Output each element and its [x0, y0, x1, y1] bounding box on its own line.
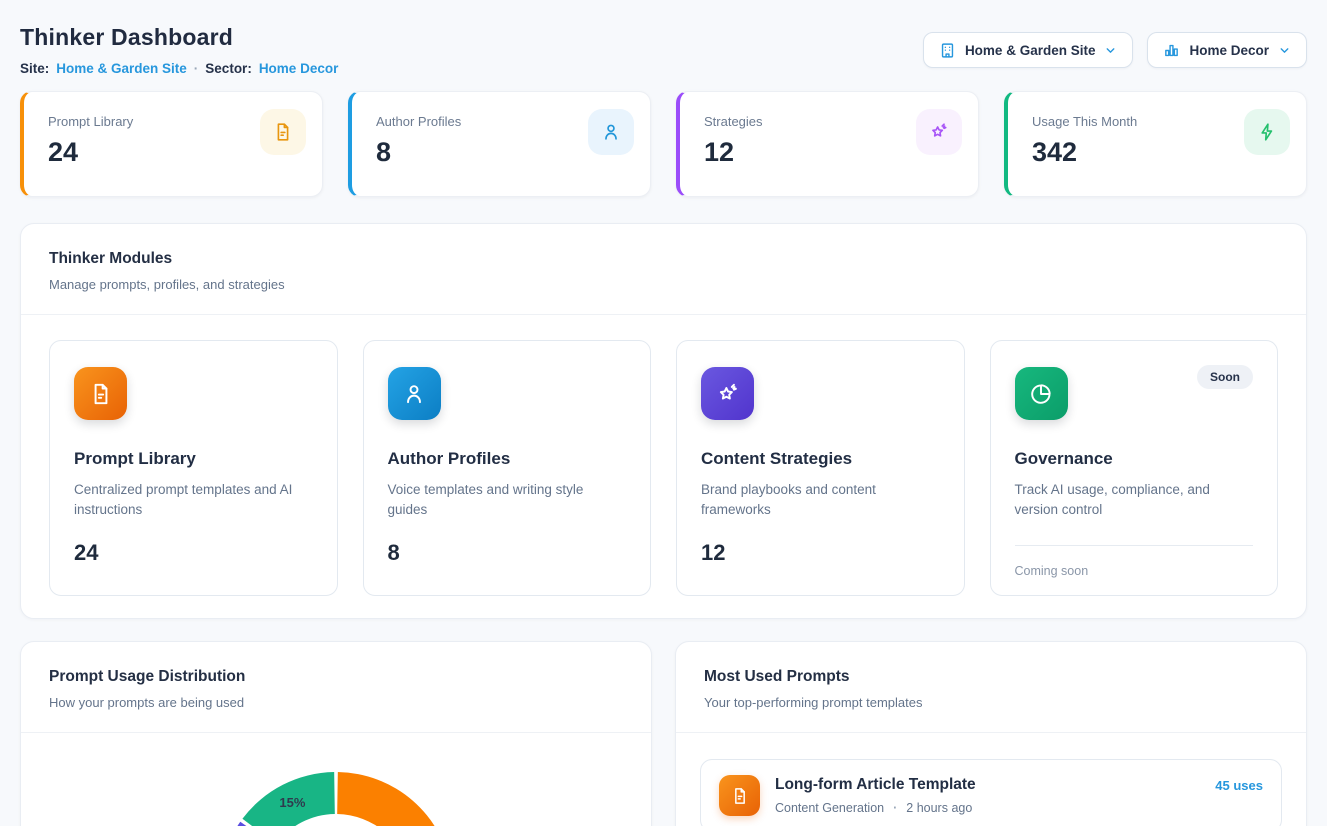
usage-donut-chart: 45%25%15%15%: [216, 769, 456, 826]
module-title: Author Profiles: [388, 449, 627, 469]
pie-chart-icon: [1015, 367, 1068, 420]
modules-title: Thinker Modules: [49, 250, 1278, 268]
module-description: Centralized prompt templates and AI inst…: [74, 480, 313, 521]
document-icon: [74, 367, 127, 420]
sparkle-star-icon: [701, 367, 754, 420]
document-icon: [719, 775, 760, 816]
prompt-category: Content Generation: [775, 801, 884, 815]
prompt-item-main: Long-form Article Template Content Gener…: [775, 776, 1200, 815]
page-title: Thinker Dashboard: [20, 24, 338, 51]
prompts-card-header: Most Used Prompts Your top-performing pr…: [676, 642, 1306, 733]
stat-label: Author Profiles: [376, 114, 461, 129]
module-description: Track AI usage, compliance, and version …: [1015, 480, 1254, 521]
stat-value: 24: [48, 137, 133, 168]
document-icon: [260, 109, 306, 155]
sector-label: Sector:: [205, 61, 252, 76]
modules-header: Thinker Modules Manage prompts, profiles…: [21, 224, 1306, 315]
prompt-list: Long-form Article Template Content Gener…: [676, 733, 1306, 826]
prompts-card-subtitle: Your top-performing prompt templates: [704, 695, 1278, 710]
module-count: 12: [701, 540, 940, 566]
module-card-prompt-library[interactable]: Prompt Library Centralized prompt templa…: [49, 340, 338, 596]
module-title: Governance: [1015, 449, 1254, 469]
usage-card-header: Prompt Usage Distribution How your promp…: [21, 642, 651, 733]
sector-selector-dropdown[interactable]: Home Decor: [1147, 32, 1307, 68]
stat-label: Prompt Library: [48, 114, 133, 129]
most-used-prompts-card: Most Used Prompts Your top-performing pr…: [675, 641, 1307, 826]
meta-separator: ·: [893, 801, 897, 815]
breadcrumb-separator: ·: [194, 61, 199, 76]
module-title: Prompt Library: [74, 449, 313, 469]
prompt-time: 2 hours ago: [906, 801, 972, 815]
building-icon: [939, 42, 956, 59]
modules-subtitle: Manage prompts, profiles, and strategies: [49, 277, 1278, 292]
stat-value: 8: [376, 137, 461, 168]
module-description: Brand playbooks and content frameworks: [701, 480, 940, 521]
site-selector-label: Home & Garden Site: [965, 43, 1096, 58]
lightning-icon: [1244, 109, 1290, 155]
prompts-card-title: Most Used Prompts: [704, 668, 1278, 686]
stat-value: 12: [704, 137, 763, 168]
modules-grid: Prompt Library Centralized prompt templa…: [21, 315, 1306, 618]
donut-segment-label: 15%: [279, 795, 305, 810]
stat-card-strategies: Strategies 12: [676, 91, 979, 197]
dashboard-page: Thinker Dashboard Site: Home & Garden Si…: [0, 0, 1327, 826]
module-divider: [1015, 545, 1254, 546]
header-left: Thinker Dashboard Site: Home & Garden Si…: [20, 24, 338, 76]
site-link[interactable]: Home & Garden Site: [56, 61, 187, 76]
site-selector-dropdown[interactable]: Home & Garden Site: [923, 32, 1134, 68]
module-description: Voice templates and writing style guides: [388, 480, 627, 521]
top-bar: Thinker Dashboard Site: Home & Garden Si…: [20, 0, 1307, 76]
prompt-item-title: Long-form Article Template: [775, 776, 1200, 794]
sparkle-star-icon: [916, 109, 962, 155]
stat-label: Usage This Month: [1032, 114, 1137, 129]
stat-value: 342: [1032, 137, 1137, 168]
sector-link[interactable]: Home Decor: [259, 61, 339, 76]
prompt-item-meta: Content Generation · 2 hours ago: [775, 801, 1200, 815]
module-card-governance[interactable]: Soon Governance Track AI usage, complian…: [990, 340, 1279, 596]
module-count: 8: [388, 540, 627, 566]
bottom-row: Prompt Usage Distribution How your promp…: [20, 641, 1307, 826]
prompt-uses-badge: 45 uses: [1215, 778, 1263, 793]
stat-card-author-profiles: Author Profiles 8: [348, 91, 651, 197]
module-card-author-profiles[interactable]: Author Profiles Voice templates and writ…: [363, 340, 652, 596]
prompt-list-item[interactable]: Long-form Article Template Content Gener…: [700, 759, 1282, 826]
usage-card-subtitle: How your prompts are being used: [49, 695, 623, 710]
coming-soon-text: Coming soon: [1015, 564, 1254, 578]
stat-card-usage: Usage This Month 342: [1004, 91, 1307, 197]
module-count: 24: [74, 540, 313, 566]
chevron-down-icon: [1278, 44, 1291, 57]
usage-distribution-card: Prompt Usage Distribution How your promp…: [20, 641, 652, 826]
usage-card-title: Prompt Usage Distribution: [49, 668, 623, 686]
usage-chart-area: 45%25%15%15%: [21, 733, 651, 826]
module-title: Content Strategies: [701, 449, 940, 469]
bar-chart-icon: [1163, 42, 1180, 59]
donut-segment: [337, 772, 453, 826]
chevron-down-icon: [1104, 44, 1117, 57]
soon-badge: Soon: [1197, 365, 1253, 389]
module-card-content-strategies[interactable]: Content Strategies Brand playbooks and c…: [676, 340, 965, 596]
stat-card-prompt-library: Prompt Library 24: [20, 91, 323, 197]
sector-selector-label: Home Decor: [1189, 43, 1269, 58]
stat-label: Strategies: [704, 114, 763, 129]
header-actions: Home & Garden Site Home Decor: [923, 32, 1307, 68]
site-label: Site:: [20, 61, 49, 76]
stats-row: Prompt Library 24 Author Profiles 8: [20, 91, 1307, 197]
thinker-modules-panel: Thinker Modules Manage prompts, profiles…: [20, 223, 1307, 619]
breadcrumb: Site: Home & Garden Site · Sector: Home …: [20, 61, 338, 76]
person-icon: [588, 109, 634, 155]
person-icon: [388, 367, 441, 420]
